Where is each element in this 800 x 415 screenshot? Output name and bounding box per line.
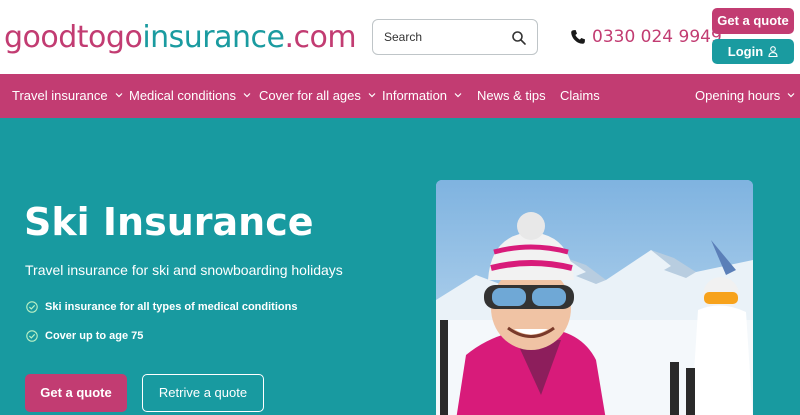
skier-illustration [436, 180, 753, 415]
nav-item-travel-insurance[interactable]: Travel insurance [12, 74, 123, 118]
check-circle-icon [26, 330, 38, 342]
main-navigation: Travel insurance Medical conditions Cove… [0, 74, 800, 118]
header-get-quote-button[interactable]: Get a quote [712, 8, 794, 34]
logo-part-insurance: insurance [142, 20, 285, 55]
search-input[interactable]: Search [372, 19, 538, 55]
nav-label: Opening hours [695, 88, 781, 103]
feature-text: Ski insurance for all types of medical c… [45, 301, 298, 313]
check-circle-icon [26, 301, 38, 313]
hero-skier-photo [436, 180, 753, 415]
phone-number-text: 0330 024 9949 [592, 27, 722, 47]
login-label: Login [727, 44, 764, 59]
nav-item-claims[interactable]: Claims [560, 74, 600, 118]
hero-get-quote-button[interactable]: Get a quote [25, 374, 127, 412]
logo-part-com: .com [284, 20, 357, 55]
nav-item-opening-hours[interactable]: Opening hours [695, 74, 795, 118]
nav-label: News & tips [477, 88, 546, 103]
feature-bullet: Ski insurance for all types of medical c… [26, 301, 297, 313]
nav-label: Claims [560, 88, 600, 103]
site-header: goodtogoinsurance.com Search 0330 024 99… [0, 0, 800, 74]
chevron-down-icon [454, 93, 462, 98]
user-icon [768, 46, 778, 57]
feature-bullet: Cover up to age 75 [26, 330, 143, 342]
nav-label: Cover for all ages [259, 88, 361, 103]
logo-part-goodtogo: goodtogo [4, 20, 143, 55]
chevron-down-icon [115, 93, 123, 98]
hero-section: Ski Insurance Travel insurance for ski a… [0, 118, 800, 415]
search-icon[interactable] [511, 30, 527, 46]
phone-icon [571, 30, 585, 44]
chevron-down-icon [243, 93, 251, 98]
nav-label: Information [382, 88, 448, 103]
nav-item-news-tips[interactable]: News & tips [477, 74, 546, 118]
chevron-down-icon [787, 93, 795, 98]
feature-text: Cover up to age 75 [45, 330, 144, 342]
nav-item-cover-for-all-ages[interactable]: Cover for all ages [259, 74, 376, 118]
page-title: Ski Insurance [24, 200, 314, 244]
nav-item-medical-conditions[interactable]: Medical conditions [129, 74, 251, 118]
hero-subtitle: Travel insurance for ski and snowboardin… [25, 262, 343, 278]
phone-number[interactable]: 0330 024 9949 [570, 26, 722, 48]
chevron-down-icon [368, 93, 376, 98]
retrieve-quote-button[interactable]: Retrive a quote [142, 374, 264, 412]
nav-label: Travel insurance [12, 88, 108, 103]
nav-item-information[interactable]: Information [382, 74, 462, 118]
site-logo[interactable]: goodtogoinsurance.com [4, 18, 357, 58]
login-button[interactable]: Login [712, 39, 794, 64]
nav-label: Medical conditions [129, 88, 236, 103]
search-placeholder: Search [384, 30, 423, 44]
